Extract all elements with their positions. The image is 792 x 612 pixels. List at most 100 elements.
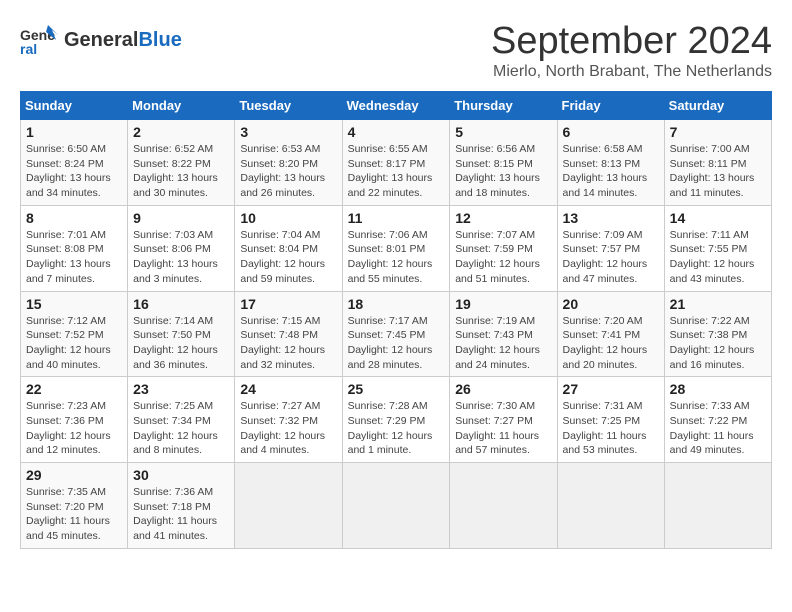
calendar-day-cell: 30 Sunrise: 7:36 AMSunset: 7:18 PMDaylig… <box>128 463 235 549</box>
calendar-day-cell: 21 Sunrise: 7:22 AMSunset: 7:38 PMDaylig… <box>664 291 771 377</box>
day-number: 15 <box>26 296 122 312</box>
calendar-week-row: 1 Sunrise: 6:50 AMSunset: 8:24 PMDayligh… <box>21 120 772 206</box>
calendar-day-cell: 8 Sunrise: 7:01 AMSunset: 8:08 PMDayligh… <box>21 205 128 291</box>
day-detail: Sunrise: 7:04 AMSunset: 8:04 PMDaylight:… <box>240 228 336 287</box>
day-number: 8 <box>26 210 122 226</box>
weekday-sunday: Sunday <box>21 92 128 120</box>
day-detail: Sunrise: 7:07 AMSunset: 7:59 PMDaylight:… <box>455 228 551 287</box>
day-number: 25 <box>348 381 445 397</box>
day-number: 13 <box>563 210 659 226</box>
calendar-week-row: 8 Sunrise: 7:01 AMSunset: 8:08 PMDayligh… <box>21 205 772 291</box>
month-title: September 2024 <box>491 20 772 63</box>
day-detail: Sunrise: 7:00 AMSunset: 8:11 PMDaylight:… <box>670 142 766 201</box>
day-number: 7 <box>670 124 766 140</box>
calendar-day-cell: 29 Sunrise: 7:35 AMSunset: 7:20 PMDaylig… <box>21 463 128 549</box>
day-detail: Sunrise: 7:33 AMSunset: 7:22 PMDaylight:… <box>670 399 766 458</box>
day-number: 18 <box>348 296 445 312</box>
day-detail: Sunrise: 6:52 AMSunset: 8:22 PMDaylight:… <box>133 142 229 201</box>
calendar-week-row: 29 Sunrise: 7:35 AMSunset: 7:20 PMDaylig… <box>21 463 772 549</box>
calendar-day-cell: 18 Sunrise: 7:17 AMSunset: 7:45 PMDaylig… <box>342 291 450 377</box>
calendar-day-cell: 11 Sunrise: 7:06 AMSunset: 8:01 PMDaylig… <box>342 205 450 291</box>
day-detail: Sunrise: 6:50 AMSunset: 8:24 PMDaylight:… <box>26 142 122 201</box>
day-number: 28 <box>670 381 766 397</box>
day-number: 26 <box>455 381 551 397</box>
logo: Gene ral GeneralBlue <box>20 20 182 60</box>
calendar-day-cell: 24 Sunrise: 7:27 AMSunset: 7:32 PMDaylig… <box>235 377 342 463</box>
day-number: 27 <box>563 381 659 397</box>
day-number: 6 <box>563 124 659 140</box>
calendar-day-cell: 10 Sunrise: 7:04 AMSunset: 8:04 PMDaylig… <box>235 205 342 291</box>
day-number: 11 <box>348 210 445 226</box>
day-detail: Sunrise: 6:55 AMSunset: 8:17 PMDaylight:… <box>348 142 445 201</box>
calendar-day-cell: 14 Sunrise: 7:11 AMSunset: 7:55 PMDaylig… <box>664 205 771 291</box>
day-number: 29 <box>26 467 122 483</box>
day-number: 24 <box>240 381 336 397</box>
day-detail: Sunrise: 7:30 AMSunset: 7:27 PMDaylight:… <box>455 399 551 458</box>
day-detail: Sunrise: 7:27 AMSunset: 7:32 PMDaylight:… <box>240 399 336 458</box>
day-detail: Sunrise: 7:15 AMSunset: 7:48 PMDaylight:… <box>240 314 336 373</box>
calendar-day-cell: 25 Sunrise: 7:28 AMSunset: 7:29 PMDaylig… <box>342 377 450 463</box>
day-number: 5 <box>455 124 551 140</box>
calendar-day-cell: 9 Sunrise: 7:03 AMSunset: 8:06 PMDayligh… <box>128 205 235 291</box>
day-number: 20 <box>563 296 659 312</box>
day-detail: Sunrise: 7:11 AMSunset: 7:55 PMDaylight:… <box>670 228 766 287</box>
weekday-thursday: Thursday <box>450 92 557 120</box>
weekday-saturday: Saturday <box>664 92 771 120</box>
calendar-day-cell: 6 Sunrise: 6:58 AMSunset: 8:13 PMDayligh… <box>557 120 664 206</box>
svg-text:ral: ral <box>20 41 37 57</box>
day-number: 2 <box>133 124 229 140</box>
day-detail: Sunrise: 6:53 AMSunset: 8:20 PMDaylight:… <box>240 142 336 201</box>
calendar-day-cell: 19 Sunrise: 7:19 AMSunset: 7:43 PMDaylig… <box>450 291 557 377</box>
calendar-day-cell <box>450 463 557 549</box>
location-subtitle: Mierlo, North Brabant, The Netherlands <box>491 63 772 81</box>
calendar-day-cell <box>557 463 664 549</box>
calendar-day-cell <box>342 463 450 549</box>
calendar-day-cell: 17 Sunrise: 7:15 AMSunset: 7:48 PMDaylig… <box>235 291 342 377</box>
calendar-day-cell: 5 Sunrise: 6:56 AMSunset: 8:15 PMDayligh… <box>450 120 557 206</box>
day-detail: Sunrise: 7:25 AMSunset: 7:34 PMDaylight:… <box>133 399 229 458</box>
day-number: 14 <box>670 210 766 226</box>
day-number: 23 <box>133 381 229 397</box>
calendar-day-cell: 4 Sunrise: 6:55 AMSunset: 8:17 PMDayligh… <box>342 120 450 206</box>
weekday-friday: Friday <box>557 92 664 120</box>
weekday-monday: Monday <box>128 92 235 120</box>
calendar-day-cell: 3 Sunrise: 6:53 AMSunset: 8:20 PMDayligh… <box>235 120 342 206</box>
logo-text: GeneralBlue <box>64 29 182 51</box>
day-number: 21 <box>670 296 766 312</box>
weekday-wednesday: Wednesday <box>342 92 450 120</box>
calendar-day-cell: 12 Sunrise: 7:07 AMSunset: 7:59 PMDaylig… <box>450 205 557 291</box>
day-detail: Sunrise: 7:28 AMSunset: 7:29 PMDaylight:… <box>348 399 445 458</box>
day-detail: Sunrise: 7:12 AMSunset: 7:52 PMDaylight:… <box>26 314 122 373</box>
calendar-day-cell: 23 Sunrise: 7:25 AMSunset: 7:34 PMDaylig… <box>128 377 235 463</box>
day-detail: Sunrise: 7:31 AMSunset: 7:25 PMDaylight:… <box>563 399 659 458</box>
day-detail: Sunrise: 7:03 AMSunset: 8:06 PMDaylight:… <box>133 228 229 287</box>
day-number: 19 <box>455 296 551 312</box>
calendar-day-cell: 7 Sunrise: 7:00 AMSunset: 8:11 PMDayligh… <box>664 120 771 206</box>
day-detail: Sunrise: 7:17 AMSunset: 7:45 PMDaylight:… <box>348 314 445 373</box>
calendar-day-cell: 16 Sunrise: 7:14 AMSunset: 7:50 PMDaylig… <box>128 291 235 377</box>
calendar-week-row: 15 Sunrise: 7:12 AMSunset: 7:52 PMDaylig… <box>21 291 772 377</box>
calendar-day-cell: 27 Sunrise: 7:31 AMSunset: 7:25 PMDaylig… <box>557 377 664 463</box>
calendar-day-cell <box>235 463 342 549</box>
calendar-day-cell: 1 Sunrise: 6:50 AMSunset: 8:24 PMDayligh… <box>21 120 128 206</box>
day-detail: Sunrise: 7:19 AMSunset: 7:43 PMDaylight:… <box>455 314 551 373</box>
day-number: 17 <box>240 296 336 312</box>
day-detail: Sunrise: 7:14 AMSunset: 7:50 PMDaylight:… <box>133 314 229 373</box>
header: Gene ral GeneralBlue September 2024 Mier… <box>20 20 772 81</box>
day-detail: Sunrise: 7:09 AMSunset: 7:57 PMDaylight:… <box>563 228 659 287</box>
day-number: 9 <box>133 210 229 226</box>
day-detail: Sunrise: 6:56 AMSunset: 8:15 PMDaylight:… <box>455 142 551 201</box>
day-number: 16 <box>133 296 229 312</box>
day-detail: Sunrise: 7:22 AMSunset: 7:38 PMDaylight:… <box>670 314 766 373</box>
weekday-tuesday: Tuesday <box>235 92 342 120</box>
calendar-table: Sunday Monday Tuesday Wednesday Thursday… <box>20 91 772 549</box>
day-number: 22 <box>26 381 122 397</box>
day-number: 12 <box>455 210 551 226</box>
title-section: September 2024 Mierlo, North Brabant, Th… <box>491 20 772 81</box>
day-number: 3 <box>240 124 336 140</box>
calendar-day-cell: 13 Sunrise: 7:09 AMSunset: 7:57 PMDaylig… <box>557 205 664 291</box>
day-number: 1 <box>26 124 122 140</box>
day-number: 30 <box>133 467 229 483</box>
calendar-week-row: 22 Sunrise: 7:23 AMSunset: 7:36 PMDaylig… <box>21 377 772 463</box>
calendar-day-cell: 22 Sunrise: 7:23 AMSunset: 7:36 PMDaylig… <box>21 377 128 463</box>
